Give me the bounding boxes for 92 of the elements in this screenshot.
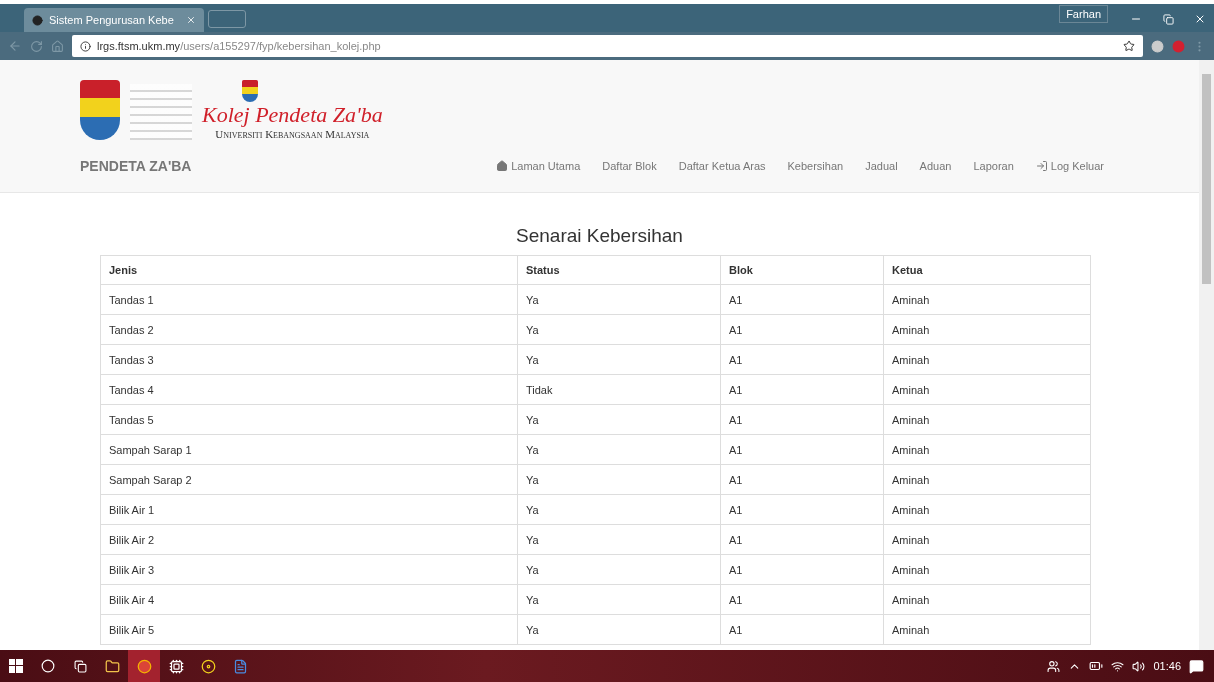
app-icon — [168, 658, 184, 674]
folder-icon — [104, 658, 120, 674]
table-cell: Tandas 5 — [101, 405, 518, 435]
profile-button[interactable]: Farhan — [1059, 5, 1108, 23]
restore-icon[interactable] — [1162, 13, 1174, 25]
brand-name: PENDETA ZA'BA — [80, 158, 192, 174]
table-cell: Aminah — [884, 345, 1091, 375]
column-header: Ketua — [884, 255, 1091, 285]
home-icon — [496, 160, 509, 172]
logout-icon — [1035, 160, 1048, 172]
table-cell: Aminah — [884, 555, 1091, 585]
table-cell: A1 — [721, 465, 884, 495]
people-icon[interactable] — [1047, 659, 1061, 673]
table-cell: Aminah — [884, 525, 1091, 555]
table-cell: Aminah — [884, 435, 1091, 465]
table-cell: Aminah — [884, 375, 1091, 405]
close-icon[interactable] — [186, 15, 196, 25]
close-icon[interactable] — [1194, 13, 1206, 25]
table-cell: Ya — [518, 465, 721, 495]
table-cell: A1 — [721, 435, 884, 465]
table-cell: A1 — [721, 585, 884, 615]
browser-icon — [136, 658, 152, 674]
table-cell: Aminah — [884, 315, 1091, 345]
clock[interactable]: 01:46 — [1153, 660, 1181, 672]
table-cell: A1 — [721, 615, 884, 645]
table-cell: Ya — [518, 495, 721, 525]
scrollbar[interactable] — [1199, 60, 1214, 650]
browser-tab[interactable]: Sistem Pengurusan Kebe — [24, 8, 204, 32]
table-cell: A1 — [721, 495, 884, 525]
blurred-logo-text — [130, 84, 192, 140]
table-cell: Aminah — [884, 615, 1091, 645]
table-cell: Aminah — [884, 585, 1091, 615]
logo-title: Kolej Pendeta Za'ba — [202, 102, 383, 128]
table-cell: A1 — [721, 405, 884, 435]
table-cell: Ya — [518, 585, 721, 615]
table-cell: Aminah — [884, 495, 1091, 525]
url-text: lrgs.ftsm.ukm.my/users/a155297/fyp/kebersihan_kolej.php — [97, 40, 381, 52]
nav-link[interactable]: Daftar Ketua Aras — [678, 160, 766, 172]
table-cell: Ya — [518, 285, 721, 315]
table-cell: Ya — [518, 435, 721, 465]
notification-icon[interactable] — [1189, 658, 1204, 674]
table-cell: Tandas 2 — [101, 315, 518, 345]
nav-link[interactable]: Laman Utama — [496, 160, 581, 172]
star-icon[interactable] — [1123, 40, 1135, 52]
table-cell: Aminah — [884, 285, 1091, 315]
crest-logo — [80, 80, 120, 140]
site-icon — [32, 14, 43, 26]
table-cell: A1 — [721, 345, 884, 375]
nav-link[interactable]: Daftar Blok — [602, 160, 657, 172]
address-field[interactable]: lrgs.ftsm.ukm.my/users/a155297/fyp/kebersihan_kolej.php — [72, 35, 1143, 57]
nav-link[interactable]: Jadual — [865, 160, 898, 172]
table-cell: Bilik Air 3 — [101, 555, 518, 585]
table-cell: Ya — [518, 345, 721, 375]
table-cell: Sampah Sarap 2 — [101, 465, 518, 495]
table-cell: A1 — [721, 525, 884, 555]
info-icon — [80, 40, 91, 52]
table-cell: Tidak — [518, 375, 721, 405]
column-header: Status — [518, 255, 721, 285]
logo-subtitle: Universiti Kebangsaan Malaysia — [215, 128, 370, 140]
table-cell: Tandas 1 — [101, 285, 518, 315]
table-cell: Bilik Air 2 — [101, 525, 518, 555]
table-cell: Aminah — [884, 405, 1091, 435]
table-cell: A1 — [721, 375, 884, 405]
crest-logo — [242, 80, 258, 102]
nav-link[interactable]: Aduan — [919, 160, 952, 172]
volume-icon[interactable] — [1132, 659, 1146, 673]
document-icon — [232, 658, 248, 674]
table-cell: A1 — [721, 285, 884, 315]
page-title: Senarai Kebersihan — [515, 225, 684, 247]
table-cell: Bilik Air 1 — [101, 495, 518, 525]
table-cell: A1 — [721, 555, 884, 585]
column-header: Blok — [721, 255, 884, 285]
column-header: Jenis — [101, 255, 518, 285]
table-cell: Bilik Air 4 — [101, 585, 518, 615]
table-cell: Tandas 3 — [101, 345, 518, 375]
nav-link[interactable]: Laporan — [973, 160, 1014, 172]
battery-icon[interactable] — [1089, 659, 1104, 673]
table-cell: Ya — [518, 555, 721, 585]
table-cell: Sampah Sarap 1 — [101, 435, 518, 465]
tab-title: Sistem Pengurusan Kebe — [49, 14, 175, 26]
wifi-icon[interactable] — [1111, 659, 1125, 673]
table-cell: Ya — [518, 525, 721, 555]
table-cell: Ya — [518, 615, 721, 645]
table-cell: Bilik Air 5 — [101, 615, 518, 645]
table-cell: Aminah — [884, 465, 1091, 495]
nav-link[interactable]: Log Keluar — [1035, 160, 1104, 172]
disc-icon — [200, 658, 216, 674]
nav-link[interactable]: Kebersihan — [787, 160, 844, 172]
table-cell: A1 — [721, 315, 884, 345]
table-cell: Ya — [518, 315, 721, 345]
table-cell: Tandas 4 — [101, 375, 518, 405]
table-cell: Ya — [518, 405, 721, 435]
